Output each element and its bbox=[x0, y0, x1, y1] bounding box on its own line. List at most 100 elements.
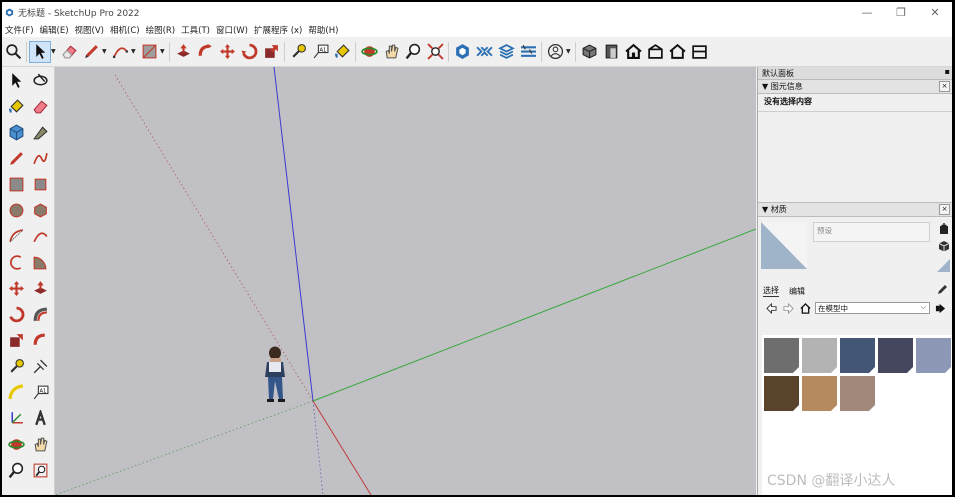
arc-dropdown-icon[interactable]: ▼ bbox=[131, 48, 138, 55]
circle-tool-icon[interactable] bbox=[5, 199, 27, 221]
collection-select[interactable]: 在模型中 ⌵ bbox=[815, 302, 930, 314]
close-button[interactable]: ✕ bbox=[918, 2, 952, 22]
dimension-tool-icon[interactable] bbox=[29, 355, 51, 377]
close-icon[interactable]: × bbox=[939, 204, 950, 215]
menu-draw[interactable]: 绘图(R) bbox=[146, 24, 176, 36]
arc-tool-icon[interactable] bbox=[5, 225, 27, 247]
eraser-icon[interactable] bbox=[58, 41, 80, 63]
back-view-icon[interactable] bbox=[688, 41, 710, 63]
polygon-tool-icon[interactable] bbox=[29, 199, 51, 221]
account-icon[interactable] bbox=[544, 41, 566, 63]
orbit-icon[interactable] bbox=[358, 41, 380, 63]
material-swatch-7[interactable] bbox=[802, 376, 837, 411]
pan-tool-icon[interactable] bbox=[29, 433, 51, 455]
menu-extensions[interactable]: 扩展程序 (x) bbox=[254, 24, 302, 36]
sandbox-tool-icon[interactable] bbox=[29, 121, 51, 143]
menu-tools[interactable]: 工具(T) bbox=[181, 24, 210, 36]
pin-icon[interactable]: ▪ bbox=[945, 67, 950, 76]
search-icon[interactable] bbox=[2, 41, 24, 63]
rotate-tool-icon[interactable] bbox=[5, 303, 27, 325]
rectangle-dropdown-icon[interactable]: ▼ bbox=[160, 48, 167, 55]
component-tool-icon[interactable] bbox=[5, 121, 27, 143]
text-tool-icon[interactable]: A1 bbox=[29, 381, 51, 403]
scale-icon[interactable] bbox=[260, 41, 282, 63]
tab-select[interactable]: 选择 bbox=[763, 285, 779, 297]
3d-text-tool-icon[interactable] bbox=[29, 407, 51, 429]
account-dropdown-icon[interactable]: ▼ bbox=[566, 48, 573, 55]
menu-window[interactable]: 窗口(W) bbox=[216, 24, 248, 36]
default-material-icon[interactable] bbox=[938, 240, 950, 252]
layers-icon[interactable] bbox=[495, 41, 517, 63]
material-swatch-1[interactable] bbox=[764, 338, 799, 373]
tab-edit[interactable]: 编辑 bbox=[789, 286, 805, 297]
eyedropper-icon[interactable] bbox=[937, 283, 949, 297]
top-view-icon[interactable] bbox=[644, 41, 666, 63]
details-arrow-icon[interactable] bbox=[933, 301, 947, 315]
move-tool-icon[interactable] bbox=[5, 277, 27, 299]
paint-bucket-tool-icon[interactable] bbox=[5, 95, 27, 117]
orbit-tool-2-icon[interactable] bbox=[5, 433, 27, 455]
iso-view-icon[interactable] bbox=[578, 41, 600, 63]
rotated-rectangle-tool-icon[interactable] bbox=[29, 173, 51, 195]
scale-figure[interactable] bbox=[265, 346, 285, 403]
forward-arrow-icon[interactable] bbox=[781, 301, 795, 315]
right-view-icon[interactable] bbox=[666, 41, 688, 63]
close-icon[interactable]: × bbox=[939, 81, 950, 92]
back-arrow-icon[interactable] bbox=[764, 301, 778, 315]
zoom-window-tool-icon[interactable] bbox=[29, 459, 51, 481]
protractor-tool-icon[interactable] bbox=[5, 381, 27, 403]
paint-bucket-icon[interactable] bbox=[331, 41, 353, 63]
freehand-tool-icon[interactable] bbox=[29, 147, 51, 169]
select-tool-icon[interactable] bbox=[5, 69, 27, 91]
three-point-arc-tool-icon[interactable] bbox=[5, 251, 27, 273]
material-name-field[interactable]: 预设 bbox=[813, 222, 930, 242]
select-icon[interactable] bbox=[29, 40, 51, 63]
pan-icon[interactable] bbox=[380, 41, 402, 63]
rotate-icon[interactable] bbox=[238, 41, 260, 63]
material-swatch-6[interactable] bbox=[764, 376, 799, 411]
materials-header[interactable]: ▼ 材质 × bbox=[758, 202, 952, 217]
menu-file[interactable]: 文件(F) bbox=[5, 24, 34, 36]
offset-tool-icon[interactable] bbox=[29, 303, 51, 325]
tape-measure-icon[interactable] bbox=[287, 41, 309, 63]
push-pull-tool-icon[interactable] bbox=[29, 277, 51, 299]
material-swatch-3[interactable] bbox=[840, 338, 875, 373]
follow-me-icon[interactable] bbox=[194, 41, 216, 63]
zoom-icon[interactable] bbox=[402, 41, 424, 63]
select-dropdown-icon[interactable]: ▼ bbox=[51, 48, 58, 55]
axes-tool-icon[interactable] bbox=[5, 407, 27, 429]
push-pull-icon[interactable] bbox=[172, 41, 194, 63]
warehouse-icon[interactable] bbox=[451, 41, 473, 63]
line-tool-icon[interactable] bbox=[5, 147, 27, 169]
home-icon[interactable] bbox=[798, 301, 812, 315]
move-icon[interactable] bbox=[216, 41, 238, 63]
pencil-dropdown-icon[interactable]: ▼ bbox=[102, 48, 109, 55]
material-sample-icon[interactable] bbox=[937, 259, 950, 272]
zoom-extents-icon[interactable] bbox=[424, 41, 446, 63]
menu-edit[interactable]: 编辑(E) bbox=[40, 24, 69, 36]
text-icon[interactable]: A1 bbox=[309, 41, 331, 63]
orbit-tool-icon[interactable] bbox=[29, 69, 51, 91]
drawing-area[interactable] bbox=[55, 67, 756, 495]
styles-icon[interactable] bbox=[517, 41, 539, 63]
pie-tool-icon[interactable] bbox=[29, 251, 51, 273]
zoom-tool-icon[interactable] bbox=[5, 459, 27, 481]
rectangle-tool-icon[interactable] bbox=[5, 173, 27, 195]
scale-tool-icon[interactable] bbox=[5, 329, 27, 351]
material-swatch-4[interactable] bbox=[878, 338, 913, 373]
menu-view[interactable]: 视图(V) bbox=[75, 24, 104, 36]
home-icon[interactable] bbox=[622, 41, 644, 63]
material-swatch-2[interactable] bbox=[802, 338, 837, 373]
material-swatch-5[interactable] bbox=[916, 338, 951, 373]
follow-me-tool-icon[interactable] bbox=[29, 329, 51, 351]
pencil-icon[interactable] bbox=[80, 41, 102, 63]
material-swatch-8[interactable] bbox=[840, 376, 875, 411]
arc-icon[interactable] bbox=[109, 41, 131, 63]
minimize-button[interactable]: — bbox=[850, 2, 884, 22]
two-point-arc-tool-icon[interactable] bbox=[29, 225, 51, 247]
rectangle-icon[interactable] bbox=[138, 41, 160, 63]
menu-camera[interactable]: 相机(C) bbox=[110, 24, 140, 36]
front-view-icon[interactable] bbox=[600, 41, 622, 63]
restore-button[interactable]: ❐ bbox=[884, 2, 918, 22]
tape-measure-tool-icon[interactable] bbox=[5, 355, 27, 377]
